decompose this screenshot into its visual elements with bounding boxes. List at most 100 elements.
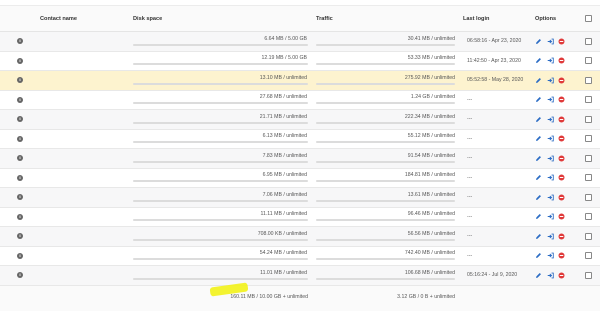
pencil-icon[interactable] [535,96,542,103]
minus-circle-icon[interactable] [558,57,565,64]
login-arrow-icon[interactable] [547,77,554,84]
disk-usage-bar [133,121,308,124]
minus-circle-icon[interactable] [558,213,565,220]
contact-name-header[interactable]: Contact name [40,6,133,32]
contact-name-cell [40,51,133,71]
pencil-icon[interactable] [535,213,542,220]
row-checkbox[interactable] [585,76,592,84]
pencil-icon[interactable] [535,135,542,142]
select-cell [585,265,600,286]
pencil-icon[interactable] [535,38,542,45]
select-all-checkbox[interactable] [585,15,592,22]
traffic-value: 96.46 MB / unlimited [407,211,455,218]
table-row: i 6.64 MB / 5.00 GB 30.41 MB / unlimited… [0,31,600,52]
traffic-value: 53.33 MB / unlimited [407,55,455,62]
info-icon[interactable]: i [17,233,23,240]
options-header: Options [535,6,585,32]
minus-circle-icon[interactable] [558,77,565,84]
last-login-value: --- [463,148,535,169]
minus-circle-icon[interactable] [558,116,565,123]
info-icon[interactable]: i [17,57,23,64]
disk-space-cell: 21.71 MB / unlimited [133,109,316,130]
disk-space-value: 7.83 MB / unlimited [262,152,307,159]
minus-circle-icon[interactable] [558,194,565,201]
info-icon[interactable]: i [17,213,23,220]
row-checkbox[interactable] [585,57,592,65]
traffic-value: 275.92 MB / unlimited [404,74,455,81]
row-checkbox[interactable] [585,174,592,182]
info-icon[interactable]: i [17,38,23,45]
login-arrow-icon[interactable] [547,252,554,259]
disk-space-cell: 708.00 KB / unlimited [133,226,316,247]
select-cell [585,168,600,188]
info-icon[interactable]: i [17,252,23,259]
traffic-value: 222.34 MB / unlimited [404,113,455,120]
pencil-icon[interactable] [535,116,542,123]
login-arrow-icon[interactable] [547,38,554,45]
row-checkbox[interactable] [585,213,592,221]
disk-space-value: 13.10 MB / unlimited [259,74,307,81]
info-icon[interactable]: i [17,96,23,103]
pencil-icon[interactable] [535,77,542,84]
minus-circle-icon[interactable] [558,233,565,240]
login-arrow-icon[interactable] [547,135,554,142]
info-icon[interactable]: i [17,194,23,201]
login-arrow-icon[interactable] [547,194,554,201]
pencil-icon[interactable] [535,174,542,181]
minus-circle-icon[interactable] [558,252,565,259]
login-arrow-icon[interactable] [547,155,554,162]
row-checkbox[interactable] [585,37,592,45]
last-login-value: --- [463,226,535,247]
traffic-usage-bar [316,141,455,144]
traffic-cell: 222.34 MB / unlimited [316,109,463,130]
options-cell [535,187,585,208]
minus-circle-icon[interactable] [558,96,565,103]
row-checkbox[interactable] [585,135,592,143]
pencil-icon[interactable] [535,194,542,201]
row-checkbox[interactable] [585,154,592,162]
disk-space-cell: 27.68 MB / unlimited [133,90,316,110]
disk-space-value: 54.24 MB / unlimited [259,250,307,257]
login-arrow-icon[interactable] [547,174,554,181]
row-checkbox[interactable] [585,271,592,279]
row-checkbox[interactable] [585,252,592,260]
traffic-value: 184.81 MB / unlimited [404,172,455,179]
traffic-usage-bar [316,63,455,66]
info-icon[interactable]: i [17,135,23,142]
login-arrow-icon[interactable] [547,213,554,220]
pencil-icon[interactable] [535,57,542,64]
row-checkbox[interactable] [585,115,592,123]
row-checkbox[interactable] [585,193,592,201]
login-arrow-icon[interactable] [547,272,554,279]
traffic-usage-bar [316,180,455,183]
traffic-header[interactable]: Traffic [316,6,463,32]
row-checkbox[interactable] [585,96,592,104]
login-arrow-icon[interactable] [547,57,554,64]
last-login-value: --- [463,129,535,149]
pencil-icon[interactable] [535,272,542,279]
pencil-icon[interactable] [535,233,542,240]
minus-circle-icon[interactable] [558,272,565,279]
disk-space-header[interactable]: Disk space [133,6,316,32]
pencil-icon[interactable] [535,155,542,162]
disk-usage-bar [133,258,308,261]
info-icon[interactable]: i [17,155,23,162]
login-arrow-icon[interactable] [547,116,554,123]
last-login-header[interactable]: Last login [463,6,535,32]
info-icon[interactable]: i [17,272,23,279]
minus-circle-icon[interactable] [558,38,565,45]
minus-circle-icon[interactable] [558,155,565,162]
pencil-icon[interactable] [535,252,542,259]
info-icon[interactable]: i [17,116,23,123]
row-checkbox[interactable] [585,232,592,240]
minus-circle-icon[interactable] [558,174,565,181]
info-icon[interactable]: i [17,174,23,181]
last-login-value: 11:42:50 - Apr 23, 2020 [463,51,535,71]
login-arrow-icon[interactable] [547,233,554,240]
info-icon[interactable]: i [17,77,23,84]
minus-circle-icon[interactable] [558,135,565,142]
login-arrow-icon[interactable] [547,96,554,103]
traffic-usage-bar [316,121,455,124]
traffic-cell: 56.56 MB / unlimited [316,226,463,247]
traffic-value: 30.41 MB / unlimited [407,35,455,42]
